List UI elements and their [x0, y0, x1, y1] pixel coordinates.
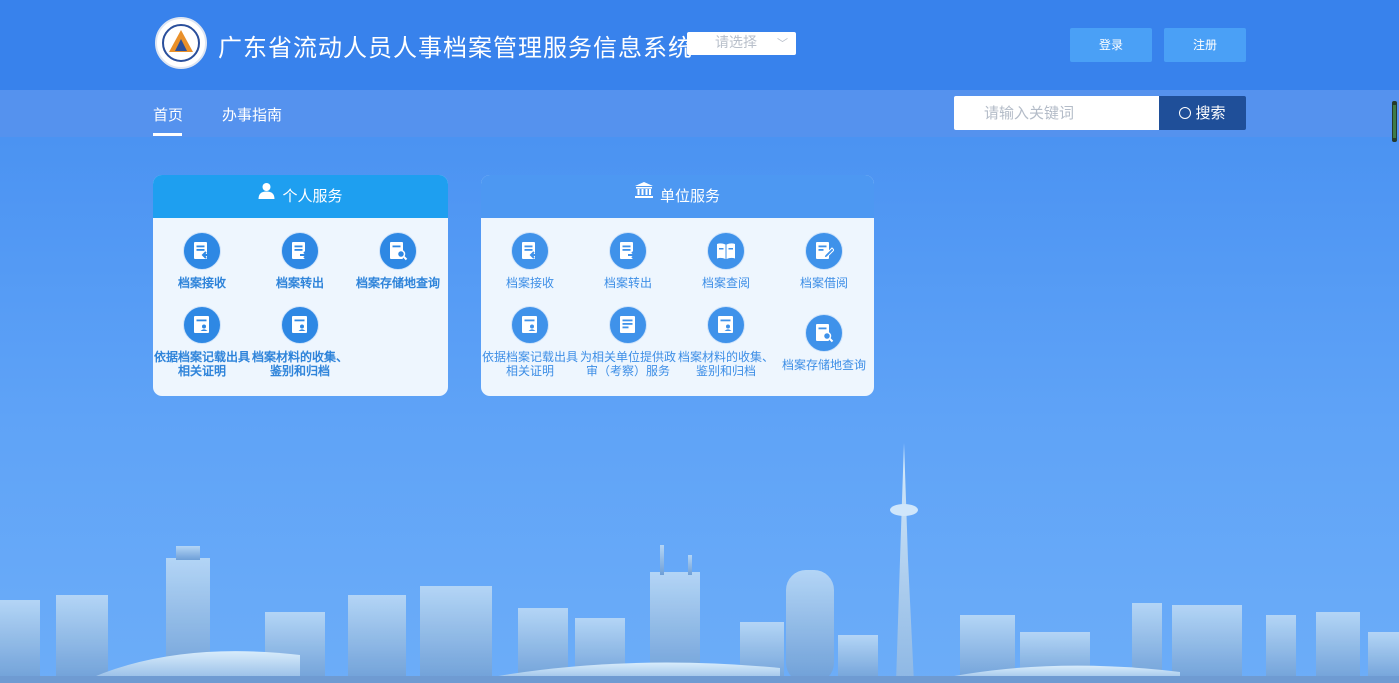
unit-panel-header: 单位服务 [481, 175, 874, 218]
svc-archive-collect[interactable]: 档案材料的收集、 鉴别和归档 [251, 306, 349, 378]
svc-archive-transfer-out[interactable]: 档案转出 [251, 232, 349, 290]
document-out-icon [281, 232, 319, 270]
unit-svc-archive-collect[interactable]: 档案材料的收集、 鉴别和归档 [677, 306, 775, 378]
document-in-icon [183, 232, 221, 270]
unit-svc-archive-consult[interactable]: 档案查阅 [677, 232, 775, 290]
certificate-icon [183, 306, 221, 344]
bank-icon [634, 175, 653, 216]
site-title: 广东省流动人员人事档案管理服务信息系统 [218, 34, 693, 62]
region-select-value: 请选择 [715, 35, 757, 51]
svc-archive-location-query[interactable]: 档案存储地查询 [349, 232, 447, 290]
chevron-down-icon: ﹀ [777, 37, 788, 50]
document-search-icon [805, 314, 843, 352]
unit-svc-certificate[interactable]: 依据档案记载出具 相关证明 [481, 306, 579, 378]
user-icon [258, 175, 275, 216]
unit-svc-archive-transfer-out[interactable]: 档案转出 [579, 232, 677, 290]
unit-panel-title: 单位服务 [659, 187, 720, 205]
city-skyline-illustration [0, 443, 1399, 683]
unit-services-panel: 单位服务 档案接收 档案转出 档案查阅 档案借阅 依据档案记载出具 相关证明 为相… [481, 175, 874, 396]
emblem-logo-icon [155, 17, 207, 69]
document-in-icon [511, 232, 549, 270]
unit-svc-archive-receive[interactable]: 档案接收 [481, 232, 579, 290]
unit-svc-archive-borrow[interactable]: 档案借阅 [775, 232, 873, 290]
nav-item-guide[interactable]: 办事指南 [222, 104, 282, 125]
search-input[interactable] [954, 96, 1159, 130]
search-button[interactable]: 搜索 [1159, 96, 1246, 130]
personal-panel-title: 个人服务 [282, 187, 343, 205]
region-select[interactable]: 请选择 ﹀ [687, 32, 796, 55]
scrollbar-thumb[interactable] [1392, 101, 1397, 142]
review-icon [609, 306, 647, 344]
document-search-icon [379, 232, 417, 270]
svc-archive-receive[interactable]: 档案接收 [153, 232, 251, 290]
nav-item-home[interactable]: 首页 [153, 104, 183, 125]
svc-certificate[interactable]: 依据档案记载出具 相关证明 [153, 306, 251, 378]
document-edit-icon [805, 232, 843, 270]
nav-active-indicator [153, 133, 182, 136]
search-button-label: 搜索 [1195, 104, 1226, 122]
search-icon [1179, 107, 1192, 119]
personal-panel-header: 个人服务 [153, 175, 448, 218]
login-button[interactable]: 登录 [1070, 28, 1152, 62]
book-open-icon [707, 232, 745, 270]
personal-services-panel: 个人服务 档案接收 档案转出 档案存储地查询 依据档案记载出具 相关证明 档案材料… [153, 175, 448, 396]
certificate-icon [511, 306, 549, 344]
archive-icon [281, 306, 319, 344]
archive-icon [707, 306, 745, 344]
unit-svc-political-review[interactable]: 为相关单位提供政 审（考察）服务 [579, 306, 677, 378]
document-out-icon [609, 232, 647, 270]
unit-svc-archive-location-query[interactable]: 档案存储地查询 [775, 314, 873, 372]
register-button[interactable]: 注册 [1164, 28, 1246, 62]
